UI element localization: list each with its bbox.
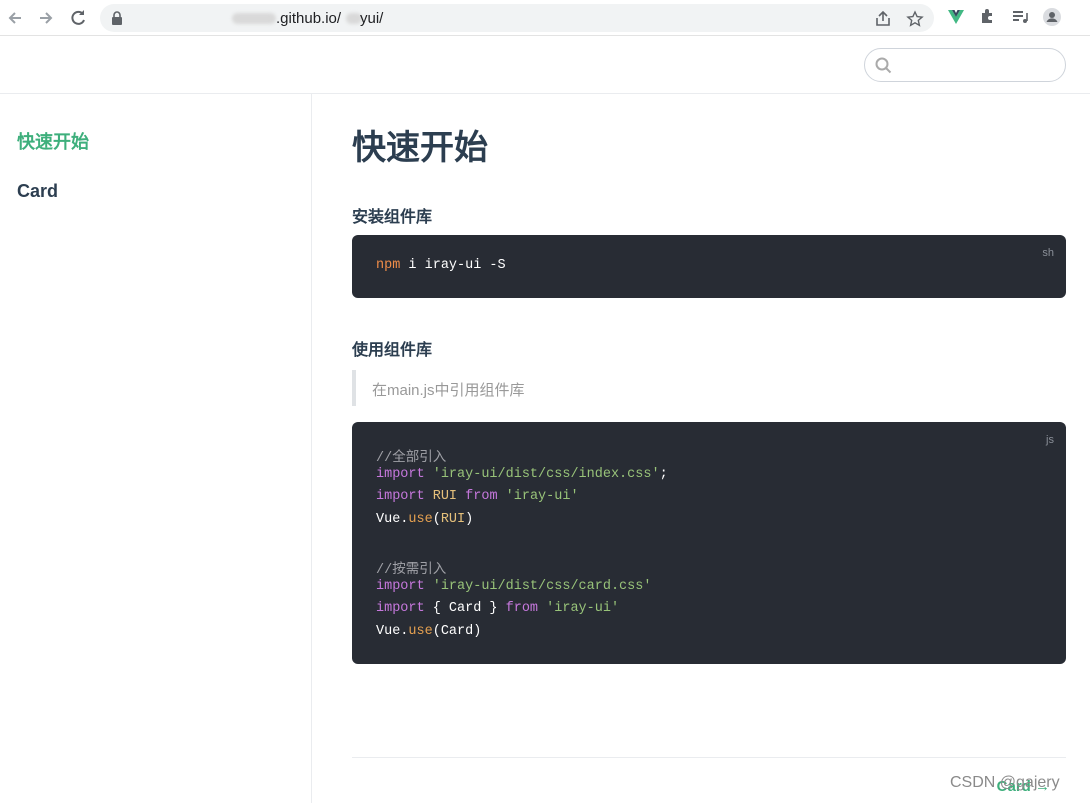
section-heading-use: 使用组件库 <box>352 342 433 359</box>
code-line: Vue.use(RUI) <box>376 512 474 527</box>
url-text-suffix: yui/ <box>360 10 384 27</box>
page-nav-divider <box>352 757 1066 758</box>
sidebar-item-quick-start[interactable]: 快速开始 <box>17 128 89 154</box>
code-lang-label: js <box>1046 434 1054 446</box>
reading-list-icon[interactable] <box>1010 7 1030 27</box>
vue-devtools-icon[interactable] <box>946 7 966 27</box>
code-line: npm i iray-ui -S <box>376 258 506 273</box>
site-navbar <box>0 36 1090 94</box>
url-text: .github.io/ <box>276 10 342 27</box>
sidebar: 快速开始 Card <box>0 94 312 803</box>
back-arrow-icon[interactable] <box>5 8 25 28</box>
code-comment: //按需引入 <box>376 563 447 578</box>
extensions-puzzle-icon[interactable] <box>978 7 998 27</box>
watermark: CSDN @gajery <box>950 774 1060 791</box>
blockquote-text: 在main.js中引用组件库 <box>372 382 525 399</box>
sidebar-item-card[interactable]: Card <box>17 181 58 202</box>
lock-icon <box>112 11 122 25</box>
code-block-usage: js //全部引入 import 'iray-ui/dist/css/index… <box>352 422 1066 664</box>
page-title: 快速开始 <box>352 129 488 167</box>
browser-toolbar: .github.io/ yui/ <box>0 0 1090 36</box>
search-input[interactable] <box>899 55 1059 75</box>
code-comment: //全部引入 <box>376 451 447 466</box>
code-line: Vue.use(Card) <box>376 624 482 639</box>
url-redacted-part <box>232 13 276 24</box>
share-icon[interactable] <box>874 10 892 28</box>
star-icon[interactable] <box>906 10 924 28</box>
forward-arrow-icon[interactable] <box>36 8 56 28</box>
search-box[interactable] <box>864 48 1066 82</box>
code-lang-label: sh <box>1042 247 1054 259</box>
code-block-install: sh npm i iray-ui -S <box>352 235 1066 298</box>
reload-icon[interactable] <box>68 8 88 28</box>
code-line: import 'iray-ui/dist/css/card.css' <box>376 579 652 594</box>
profile-avatar-icon[interactable] <box>1042 7 1062 27</box>
search-icon <box>875 57 892 74</box>
section-heading-install: 安装组件库 <box>352 209 433 226</box>
address-bar[interactable]: .github.io/ yui/ <box>100 4 934 32</box>
blockquote: 在main.js中引用组件库 <box>352 370 1066 406</box>
code-line: import RUI from 'iray-ui' <box>376 489 579 504</box>
code-line: import { Card } from 'iray-ui' <box>376 601 620 616</box>
code-line: import 'iray-ui/dist/css/index.css'; <box>376 467 668 482</box>
